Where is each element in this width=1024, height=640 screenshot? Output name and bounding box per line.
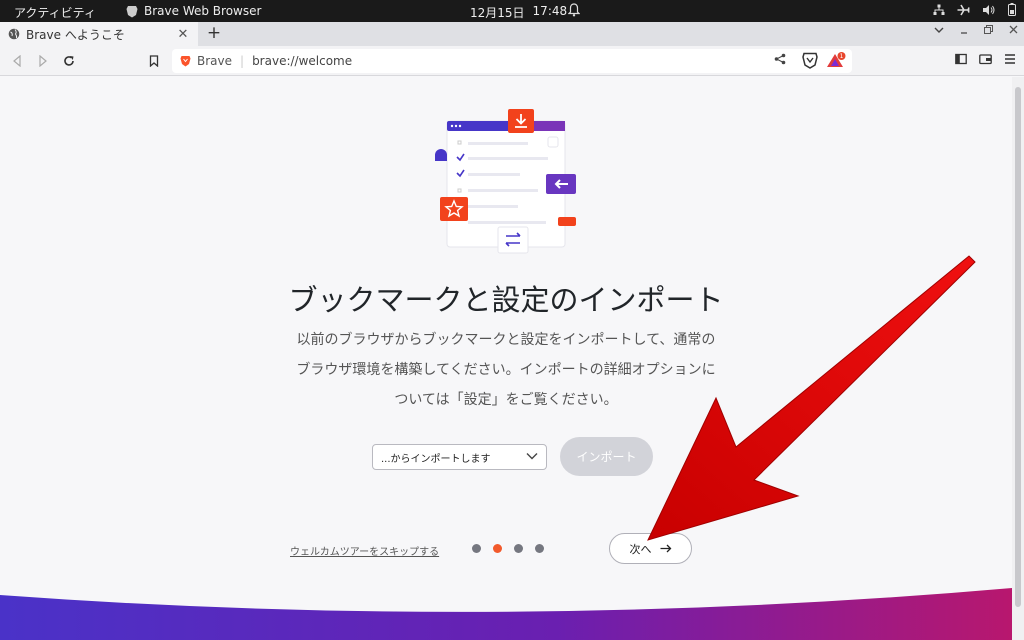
skip-tour-link[interactable]: ウェルカムツアーをスキップする	[290, 543, 439, 558]
menu-hamburger-icon[interactable]	[1004, 53, 1016, 65]
scrollbar-thumb[interactable]	[1015, 87, 1021, 607]
page-title: ブックマークと設定のインポート	[288, 283, 724, 317]
import-illustration	[435, 109, 576, 254]
step-dot[interactable]	[493, 544, 502, 553]
arrow-right-icon	[660, 544, 671, 553]
page-description: 以前のブラウザからブックマークと設定をインポートして、通常のブラウザ環境を構築し…	[296, 332, 716, 408]
airplane-mode-icon	[957, 4, 970, 15]
page-scrollbar[interactable]	[1012, 77, 1024, 640]
wallet-icon[interactable]	[979, 53, 992, 65]
brave-shields-icon[interactable]	[802, 52, 818, 69]
tab-close-icon[interactable]: ✕	[174, 27, 192, 42]
activities-button[interactable]: アクティビティ	[14, 4, 96, 21]
window-controls	[934, 25, 1018, 34]
clock[interactable]: 12月15日 17:48	[470, 4, 567, 21]
sidebar-toggle-icon[interactable]	[955, 53, 967, 65]
rewards-badge-count: 1	[840, 53, 844, 60]
system-top-bar: アクティビティ Brave Web Browser 12月15日 17:48	[0, 0, 1024, 22]
forward-arrow-icon	[39, 55, 47, 67]
brave-rewards-button[interactable]: 1	[826, 52, 846, 73]
volume-icon	[983, 4, 995, 15]
new-tab-button[interactable]: +	[204, 23, 224, 43]
tab-strip: Brave へようこそ ✕ +	[0, 22, 1024, 46]
rewards-triangle-icon: 1	[827, 52, 846, 67]
notification-bell-icon[interactable]	[568, 3, 580, 17]
clock-time: 17:48	[532, 4, 568, 18]
next-button[interactable]: 次へ	[609, 533, 692, 564]
welcome-page: ブックマークと設定のインポート 以前のブラウザからブックマークと設定をインポート…	[0, 77, 1012, 640]
step-dot[interactable]	[472, 544, 481, 553]
reload-icon	[64, 56, 74, 66]
step-dot[interactable]	[514, 544, 523, 553]
toolbar-right	[955, 53, 1016, 65]
reload-button[interactable]	[60, 52, 78, 70]
back-arrow-icon	[13, 55, 21, 67]
close-window-icon[interactable]	[1009, 25, 1018, 34]
app-name-label: Brave Web Browser	[144, 4, 262, 18]
forward-button[interactable]	[34, 52, 52, 70]
network-icon	[933, 4, 945, 15]
step-dot[interactable]	[535, 544, 544, 553]
url-text: brave://welcome	[252, 54, 353, 68]
site-label: Brave	[197, 54, 233, 68]
import-button[interactable]: インポート	[560, 437, 653, 476]
address-toolbar: Brave | brave://welcome 1	[0, 46, 1024, 76]
clock-date: 12月15日	[470, 6, 525, 20]
share-icon[interactable]	[774, 53, 786, 65]
step-indicator	[472, 544, 544, 553]
tab-title: Brave へようこそ	[26, 27, 125, 42]
bookmark-button[interactable]	[145, 52, 163, 70]
import-source-select[interactable]: ...からインポートします	[372, 444, 547, 470]
globe-icon	[8, 28, 20, 40]
next-button-label: 次へ	[629, 542, 652, 556]
app-menu[interactable]: Brave Web Browser	[126, 4, 261, 18]
address-separator: |	[240, 54, 245, 68]
battery-icon	[1008, 3, 1016, 16]
tab-welcome[interactable]: Brave へようこそ ✕	[0, 22, 198, 46]
chevron-down-icon	[526, 453, 538, 460]
brave-shield-small-icon	[180, 56, 191, 67]
minimize-icon[interactable]	[960, 26, 968, 34]
brave-lion-icon	[126, 5, 138, 17]
tab-search-chevron-icon[interactable]	[934, 27, 944, 33]
bookmark-icon	[149, 55, 159, 67]
back-button[interactable]	[8, 52, 26, 70]
address-bar[interactable]: Brave | brave://welcome 1	[172, 49, 852, 73]
maximize-icon[interactable]	[984, 25, 993, 34]
system-tray[interactable]	[933, 3, 1016, 16]
decorative-wave	[0, 588, 1012, 640]
import-source-value: ...からインポートします	[381, 453, 491, 465]
